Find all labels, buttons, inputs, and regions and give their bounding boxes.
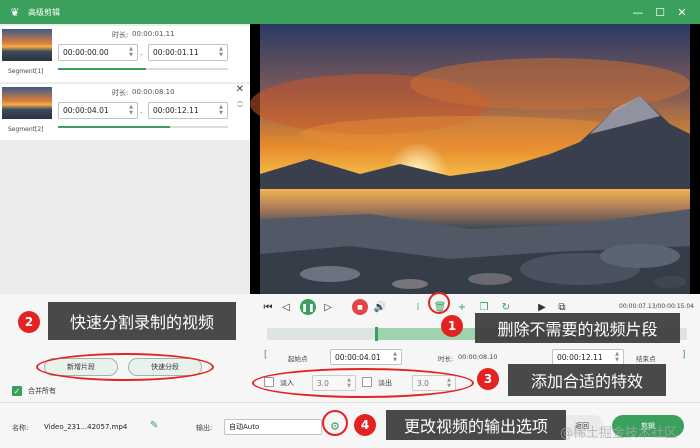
segment-start-input[interactable]: 00:00:00.00 ▲ ▼ xyxy=(58,44,138,61)
segment-list: Segment[1] 时长: 00:00:01.11 00:00:00.00 ▲… xyxy=(0,24,250,294)
file-name-value: Video_231...42057.mp4 xyxy=(44,423,128,431)
minimize-icon[interactable]: — xyxy=(630,4,646,20)
segment-track xyxy=(58,68,228,70)
callout-badge: 1 xyxy=(441,315,463,337)
duration-value: 00:00:08.10 xyxy=(458,353,498,361)
segment-end-input[interactable]: 00:00:12.11 ▲ ▼ xyxy=(148,102,228,119)
set-start-icon[interactable]: [ xyxy=(264,350,268,360)
output-label: 输出: xyxy=(196,424,213,432)
segment-duration: 00:00:01.11 xyxy=(132,30,175,38)
segment-thumbnail xyxy=(2,87,52,119)
edit-name-icon[interactable]: ✎ xyxy=(150,420,158,431)
spin-arrows-icon[interactable]: ▲ ▼ xyxy=(392,352,398,363)
time-readout: 00:00:07.13/00:00:15.04 xyxy=(619,303,694,310)
end-point-label: 结束点 xyxy=(636,355,656,363)
segment-name: Segment[1] xyxy=(8,68,44,75)
range-dash: - xyxy=(140,50,143,59)
timeline-start-handle[interactable] xyxy=(375,327,379,341)
callout-label: 更改视频的输出选项 xyxy=(386,410,566,440)
file-name-label: 名称: xyxy=(12,424,29,432)
highlight-ring-fade xyxy=(252,368,474,398)
segment-end-input[interactable]: 00:00:01.11 ▲ ▼ xyxy=(148,44,228,61)
output-select[interactable]: 自动Auto xyxy=(224,419,322,435)
segment-duration: 00:00:08.10 xyxy=(132,88,175,96)
add-segment-icon[interactable]: + xyxy=(454,299,470,315)
stop-button[interactable]: ■ xyxy=(352,299,368,315)
segment-start-input[interactable]: 00:00:04.01 ▲ ▼ xyxy=(58,102,138,119)
spin-arrows-icon[interactable]: ▲ ▼ xyxy=(128,47,134,58)
frame-back-icon[interactable]: ◁ xyxy=(278,299,294,315)
sunset-lake-image xyxy=(250,24,690,294)
segment-duration-label: 时长: xyxy=(112,31,129,39)
video-preview xyxy=(250,24,700,294)
remove-segment-icon[interactable]: ✕ xyxy=(236,84,244,95)
split-icon[interactable]: ⁞ xyxy=(410,299,426,315)
title-bar: ❦ 高级剪辑 — ☐ ✕ xyxy=(0,0,700,24)
maximize-icon[interactable]: ☐ xyxy=(652,4,668,20)
spin-arrows-icon[interactable]: ▲ ▼ xyxy=(128,105,134,116)
close-icon[interactable]: ✕ xyxy=(674,4,690,20)
duration-label: 时长: xyxy=(438,355,454,363)
segment-name: Segment[2] xyxy=(8,126,44,133)
merge-all-label: 合并所有 xyxy=(28,387,56,395)
pause-button[interactable]: ❚❚ xyxy=(300,299,316,315)
segment-track xyxy=(58,126,228,128)
frame-forward-icon[interactable]: ▷ xyxy=(320,299,336,315)
segment-track-fill xyxy=(58,126,171,128)
highlight-ring-delete xyxy=(428,292,450,314)
reorder-arrows-icon[interactable]: ︿ ﹀ xyxy=(237,98,243,112)
segment-item[interactable]: Segment[2] 时长: 00:00:08.10 00:00:04.01 ▲… xyxy=(0,84,250,140)
skip-to-start-icon[interactable]: ⏮ xyxy=(260,299,276,315)
spin-arrows-icon[interactable]: ▲ ▼ xyxy=(614,352,620,363)
highlight-ring-buttons xyxy=(36,353,214,381)
callout-label: 添加合适的特效 xyxy=(508,364,666,396)
callout-badge: 4 xyxy=(354,414,376,436)
end-time-input[interactable]: 00:00:12.11 ▲ ▼ xyxy=(552,349,624,365)
watermark-text: @稀土掘金技术社区 xyxy=(560,426,678,441)
merge-all-row[interactable]: ✓ 合并所有 xyxy=(12,386,56,396)
volume-icon[interactable]: 🔊 xyxy=(372,299,388,315)
callout-label: 快速分割录制的视频 xyxy=(48,302,236,340)
callout-label: 删除不需要的视频片段 xyxy=(475,313,680,343)
spin-arrows-icon[interactable]: ▲ ▼ xyxy=(218,105,224,116)
start-point-label: 起始点 xyxy=(288,355,308,363)
set-end-icon[interactable]: ] xyxy=(682,350,686,360)
start-time-input[interactable]: 00:00:04.01 ▲ ▼ xyxy=(330,349,402,365)
window-title: 高级剪辑 xyxy=(28,7,60,17)
merge-all-checkbox[interactable]: ✓ xyxy=(12,386,22,396)
highlight-ring-gear xyxy=(322,410,348,436)
app-logo-icon: ❦ xyxy=(10,5,20,19)
segment-thumbnail xyxy=(2,29,52,61)
range-dash: - xyxy=(140,108,143,117)
segment-item[interactable]: Segment[1] 时长: 00:00:01.11 00:00:00.00 ▲… xyxy=(0,26,250,82)
callout-badge: 2 xyxy=(18,311,40,333)
spin-arrows-icon[interactable]: ▲ ▼ xyxy=(218,47,224,58)
segment-track-fill xyxy=(58,68,147,70)
segment-duration-label: 时长: xyxy=(112,89,129,97)
callout-badge: 3 xyxy=(477,368,499,390)
